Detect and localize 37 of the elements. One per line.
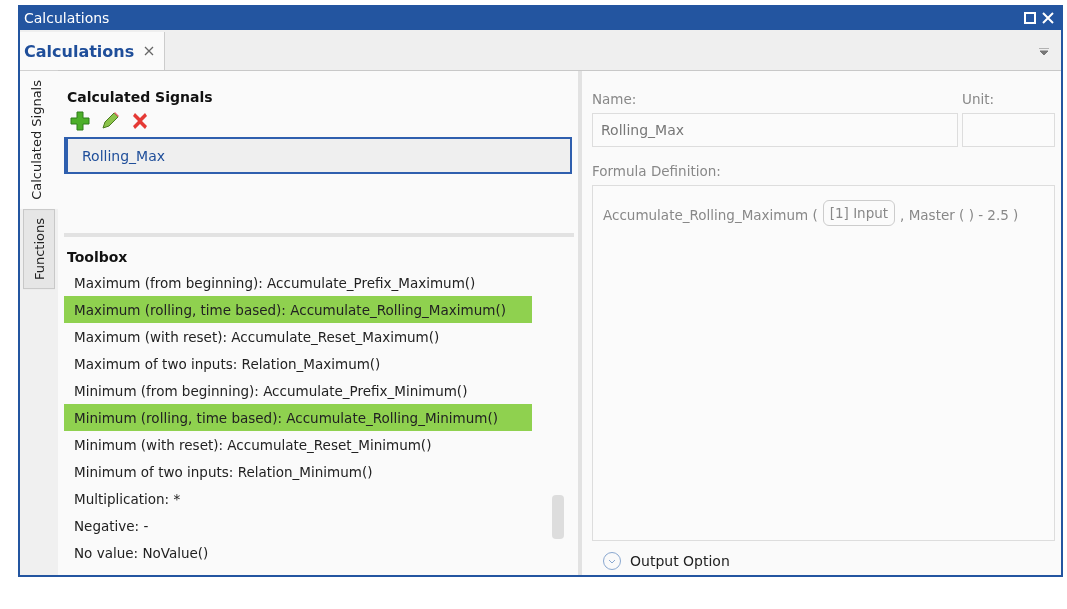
formula-text: , Master ( ) - 2.5 ) bbox=[900, 206, 1019, 225]
dropdown-icon[interactable] bbox=[1039, 48, 1049, 56]
name-field[interactable]: Rolling_Max bbox=[592, 113, 958, 147]
toolbox-item[interactable]: Maximum (rolling, time based): Accumulate_Rolling_Maximum() bbox=[64, 296, 532, 323]
unit-field[interactable] bbox=[962, 113, 1055, 147]
toolbox-item[interactable]: Maximum (with reset): Accumulate_Reset_Maximum() bbox=[64, 323, 532, 350]
section-title: Toolbox bbox=[66, 249, 129, 265]
add-icon[interactable] bbox=[70, 111, 90, 131]
expand-icon[interactable] bbox=[602, 551, 622, 571]
toolbox-item[interactable]: Minimum of two inputs: Relation_Minimum() bbox=[64, 458, 532, 485]
toolbox-item[interactable]: Minimum (from beginning): Accumulate_Prefix_Minimum() bbox=[64, 377, 532, 404]
maximize-icon[interactable] bbox=[1021, 11, 1039, 24]
section-title: Calculated Signals bbox=[66, 89, 214, 105]
delete-icon[interactable] bbox=[130, 111, 150, 131]
close-icon[interactable] bbox=[144, 46, 155, 56]
window-title: Calculations bbox=[24, 9, 111, 26]
section-header[interactable]: Output Option bbox=[630, 553, 730, 569]
toolbox-item[interactable]: Minimum (with reset): Accumulate_Reset_Minimum() bbox=[64, 431, 532, 458]
toolbox-item[interactable]: Maximum (from beginning): Accumulate_Prefix_Maximum() bbox=[64, 269, 532, 296]
formula-text: Accumulate_Rolling_Maximum ( bbox=[603, 206, 818, 225]
toolbox-item[interactable]: Multiplication: * bbox=[64, 485, 532, 512]
field-label: Unit: bbox=[962, 91, 996, 107]
formula-editor[interactable]: Accumulate_Rolling_Maximum ( [1] Input , Master ( ) - 2.5 ) bbox=[592, 185, 1055, 541]
side-tab[interactable]: Calculated Signals bbox=[20, 71, 58, 209]
field-label: Name: bbox=[592, 91, 638, 107]
toolbox-item[interactable]: Negative: - bbox=[64, 512, 532, 539]
toolbox-item[interactable]: No value: NoValue() bbox=[64, 539, 532, 566]
input-chip[interactable]: [1] Input bbox=[822, 200, 896, 226]
toolbox-item[interactable]: Minimum (rolling, time based): Accumulate_Rolling_Minimum() bbox=[64, 404, 532, 431]
document-tab[interactable]: Calculations bbox=[20, 32, 166, 70]
side-tab[interactable]: Functions bbox=[23, 208, 55, 289]
toolbox-item[interactable]: Maximum of two inputs: Relation_Maximum() bbox=[64, 350, 532, 377]
pencil-icon[interactable] bbox=[100, 111, 120, 131]
field-label: Formula Definition: bbox=[592, 163, 722, 179]
signal-item[interactable]: Rolling_Max bbox=[64, 137, 572, 174]
close-icon[interactable] bbox=[1039, 11, 1057, 24]
scrollbar-thumb[interactable] bbox=[552, 495, 564, 539]
